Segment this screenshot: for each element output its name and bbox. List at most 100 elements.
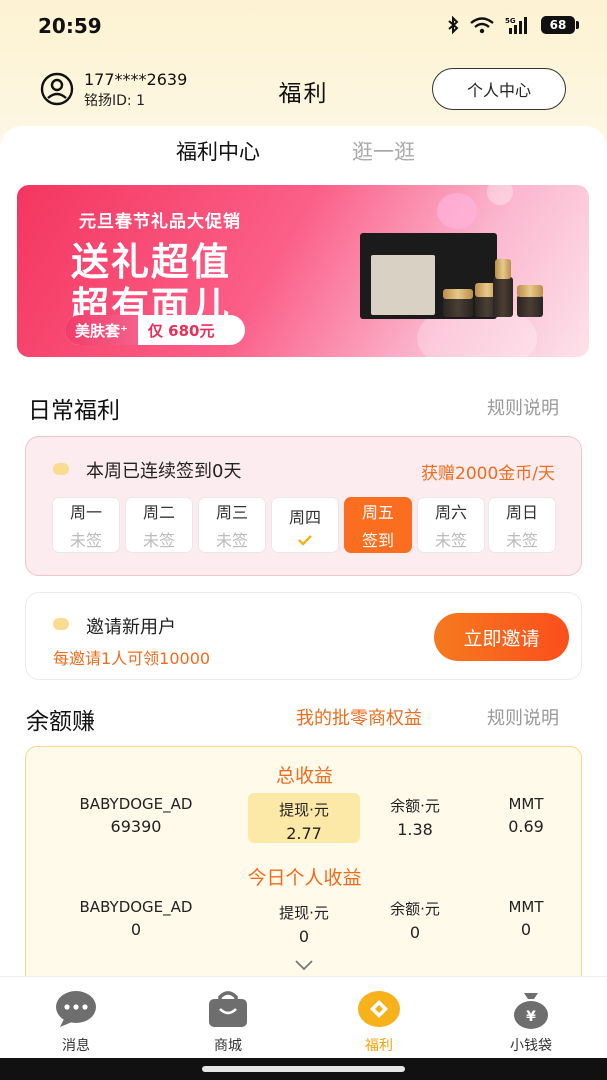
bullet-dot [53,463,69,475]
signin-reward-text: 获赠2000金币/天 [421,464,555,484]
column-label: 余额·元 [390,797,440,815]
banner-price-tag: 美肤套⁺ 仅 680元 [65,315,245,345]
column-label: BABYDOGE_AD [79,898,193,916]
day-status: 未签 [215,531,248,550]
promo-banner[interactable]: 元旦春节礼品大促销 送礼超值 超有面儿 美肤套⁺ 仅 680元 [17,185,589,357]
today-balance: 余额·元 0 [370,898,460,942]
product-cap-image [495,259,511,279]
product-cap-image [517,285,543,297]
column-value: 69390 [110,817,162,836]
day-name: 周日 [505,503,538,522]
day-tuesday[interactable]: 周二 未签 [125,497,193,553]
signin-streak-text: 本周已连续签到0天 [86,461,242,482]
tab-browse[interactable]: 逛一逛 [352,136,415,166]
decor-bubble [437,193,477,229]
today-earnings-heading: 今日个人收益 [247,867,362,889]
invite-title: 邀请新用户 [86,617,176,638]
day-name: 周五 [361,503,394,522]
day-name: 周六 [434,503,467,522]
day-status: 未签 [434,531,467,550]
product-bottle-image [443,297,473,317]
day-status: 未签 [505,531,538,550]
column-label: BABYDOGE_AD [79,795,193,813]
total-babydoge: BABYDOGE_AD 69390 [56,795,216,836]
total-balance: 余额·元 1.38 [370,795,460,839]
column-label: 提现·元 [279,904,329,922]
signal-label: 5G [505,17,516,25]
day-thursday[interactable]: 周四 [271,497,339,553]
personal-center-button[interactable]: 个人中心 [432,68,566,110]
day-name: 周三 [215,503,248,522]
day-saturday[interactable]: 周六 未签 [417,497,485,553]
bullet-dot [53,618,69,630]
column-value: 0 [298,927,310,946]
tab-welfare-center[interactable]: 福利中心 [176,136,260,166]
nav-label: 商城 [214,1038,242,1054]
svg-text:¥: ¥ [526,1009,536,1025]
nav-label: 消息 [62,1038,90,1054]
day-name: 周一 [69,503,102,522]
decor-bubble [487,185,513,205]
nav-label: 福利 [365,1038,393,1054]
column-value: 0 [520,920,532,939]
nav-item-wallet[interactable]: ¥ 小钱袋 [486,989,576,1055]
day-signin-action: 签到 [361,531,394,550]
bottom-nav: 消息 商城 福利 ¥ 小钱袋 [0,976,607,1058]
battery-icon: 68 [541,16,579,34]
total-withdraw: 提现·元 2.77 [248,799,360,843]
column-label: MMT [508,898,544,916]
battery-level: 68 [549,18,567,32]
status-time: 20:59 [38,14,102,38]
banner-subtitle: 元旦春节礼品大促销 [79,212,241,232]
balance-earn-title: 余额赚 [26,709,95,735]
column-label: 余额·元 [390,900,440,918]
cellular-signal-icon: 5G [505,17,527,34]
day-status: 未签 [69,531,102,550]
money-bag-icon: ¥ [514,993,548,1029]
today-mmt: MMT 0 [482,898,570,939]
tabs-bar: 福利中心 逛一逛 [0,126,607,180]
today-withdraw: 提现·元 0 [248,902,360,946]
welfare-icon [358,991,400,1027]
nav-item-messages[interactable]: 消息 [31,989,121,1055]
signin-card: 本周已连续签到0天 获赠2000金币/天 周一 未签 周二 未签 周三 未签 周… [25,436,582,576]
earnings-card: 总收益 BABYDOGE_AD 69390 提现·元 2.77 余额·元 1.3… [25,746,582,986]
column-label: 提现·元 [279,801,329,819]
column-value: 0 [130,920,142,939]
column-value: 0 [409,923,421,942]
day-monday[interactable]: 周一 未签 [52,497,120,553]
product-bottle-image [517,295,543,317]
shop-bag-icon [209,991,247,1027]
column-value: 2.77 [286,824,322,843]
home-indicator[interactable] [202,1066,405,1072]
banner-tag-label: 美肤套⁺ [65,315,138,345]
message-icon [56,991,96,1027]
day-sunday[interactable]: 周日 未签 [488,497,556,553]
chevron-down-icon[interactable] [294,959,314,971]
column-value: 0.69 [508,817,544,836]
day-status: 未签 [142,531,175,550]
total-earnings-heading: 总收益 [275,765,333,787]
day-name: 周二 [142,503,175,522]
day-name: 周四 [288,508,321,527]
balance-rules-link[interactable]: 规则说明 [487,704,559,730]
day-wednesday[interactable]: 周三 未签 [198,497,266,553]
column-label: MMT [508,795,544,813]
check-icon [298,535,312,546]
nav-label: 小钱袋 [510,1038,552,1054]
nav-item-mall[interactable]: 商城 [183,989,273,1055]
daily-rules-link[interactable]: 规则说明 [487,394,559,420]
weekday-row: 周一 未签 周二 未签 周三 未签 周四 周五 签到 周六 未签 周日 未签 [52,497,556,553]
status-icons: 5G 68 [447,16,579,34]
header: 177****2639 铭扬ID: 1 福利 个人中心 [0,56,607,126]
column-value: 1.38 [397,820,433,839]
daily-welfare-title: 日常福利 [28,398,120,424]
product-cap-image [443,289,473,299]
product-card-image [371,255,435,315]
product-bottle-image [493,277,513,317]
day-friday[interactable]: 周五 签到 [344,497,412,553]
nav-item-welfare[interactable]: 福利 [334,989,424,1055]
wholesaler-rights-link[interactable]: 我的批零商权益 [296,704,422,730]
invite-now-button[interactable]: 立即邀请 [434,613,569,661]
invite-card: 邀请新用户 每邀请1人可领10000 立即邀请 [25,592,582,680]
